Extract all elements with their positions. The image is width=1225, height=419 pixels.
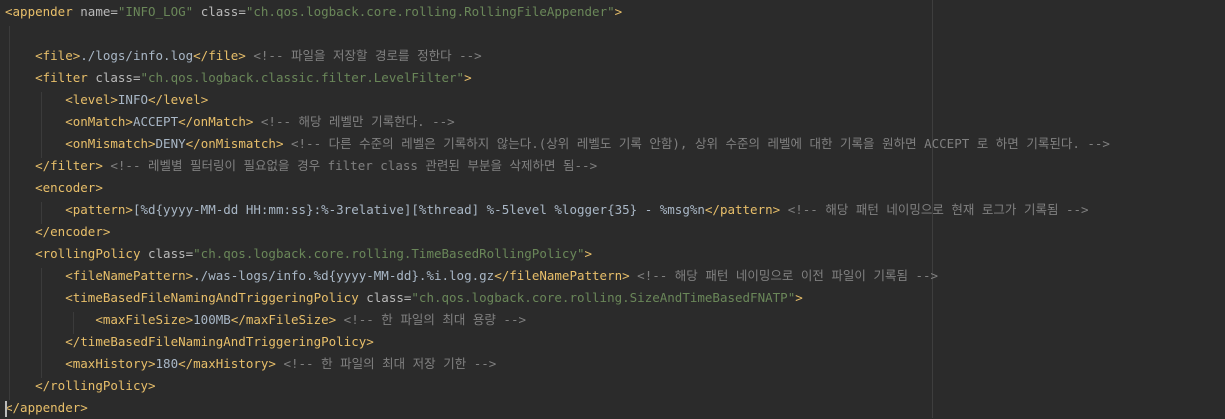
xml-text [5, 290, 65, 305]
xml-text [5, 312, 95, 327]
xml-tag: <timeBasedFileNamingAndTriggeringPolicy [65, 290, 367, 305]
code-line[interactable]: <encoder> [5, 177, 103, 199]
xml-tag: </timeBasedFileNamingAndTriggeringPolicy… [65, 334, 374, 349]
xml-text: [%d{yyyy-MM-dd HH:mm:ss}:%-3relative][%t… [132, 202, 705, 217]
code-line[interactable]: <onMatch>ACCEPT</onMatch> <!-- 해당 레벨만 기록… [5, 111, 455, 133]
xml-tag: > [464, 70, 472, 85]
xml-tag: </onMismatch> [185, 136, 284, 151]
xml-tag: <rollingPolicy [35, 246, 148, 261]
xml-comment: <!-- 해당 레벨만 기록한다. --> [253, 114, 455, 129]
xml-tag: </fileNamePattern> [494, 268, 630, 283]
xml-tag: </level> [148, 92, 209, 107]
code-line[interactable]: </filter> <!-- 레벨별 필터링이 필요없을 경우 filter c… [5, 155, 597, 177]
xml-attribute-name: class= [193, 4, 246, 19]
xml-text: 180 [155, 356, 179, 371]
xml-tag: > [614, 4, 623, 19]
xml-tag: <maxHistory> [65, 356, 156, 371]
xml-comment: <!-- 다른 수준의 레벨은 기록하지 않는다.(상위 레벨도 기록 안함),… [283, 136, 1110, 151]
xml-tag: > [584, 246, 593, 261]
xml-text [5, 158, 35, 173]
xml-tag: <pattern> [65, 202, 133, 217]
xml-tag: </onMatch> [178, 114, 254, 129]
code-line[interactable]: <pattern>[%d{yyyy-MM-dd HH:mm:ss}:%-3rel… [5, 199, 1089, 221]
code-line[interactable]: <onMismatch>DENY</onMismatch> <!-- 다른 수준… [5, 133, 1110, 155]
xml-text [5, 70, 35, 85]
xml-text: INFO [117, 92, 149, 107]
code-line[interactable]: </rollingPolicy> [5, 375, 156, 397]
code-line[interactable]: <fileNamePattern>./was-logs/info.%d{yyyy… [5, 265, 938, 287]
xml-tag: </maxFileSize> [230, 312, 337, 327]
xml-text: ./was-logs/info.%d{yyyy-MM-dd}.%i.log.gz [193, 268, 495, 283]
xml-tag: <onMatch> [65, 114, 133, 129]
xml-text: 100MB [193, 312, 231, 327]
code-line[interactable]: </appender> [5, 397, 88, 419]
xml-tag: <level> [65, 92, 118, 107]
code-line[interactable]: <maxHistory>180</maxHistory> <!-- 한 파일의 … [5, 353, 496, 375]
xml-comment: <!-- 해당 패턴 네이밍으로 이전 파일이 기록됨 --> [629, 268, 939, 283]
xml-text: DENY [155, 136, 186, 151]
xml-tag: <file> [35, 48, 81, 63]
xml-text: ./logs/info.log [80, 48, 194, 63]
code-line[interactable]: <timeBasedFileNamingAndTriggeringPolicy … [5, 287, 803, 309]
xml-tag: </appender> [5, 400, 88, 415]
xml-tag: <fileNamePattern> [65, 268, 194, 283]
xml-comment: <!-- 파일을 저장할 경로를 정한다 --> [245, 48, 482, 63]
code-editor[interactable]: <appender name="INFO_LOG" class="ch.qos.… [0, 0, 1225, 418]
xml-text: ACCEPT [132, 114, 179, 129]
xml-attribute-value: "ch.qos.logback.core.rolling.TimeBasedRo… [193, 246, 585, 261]
xml-text [5, 114, 65, 129]
xml-attribute-value: "ch.qos.logback.core.rolling.RollingFile… [245, 4, 615, 19]
xml-comment: <!-- 한 파일의 최대 용량 --> [336, 312, 526, 327]
text-caret [5, 401, 7, 417]
code-line[interactable]: <maxFileSize>100MB</maxFileSize> <!-- 한 … [5, 309, 526, 331]
xml-text [5, 48, 35, 63]
xml-text [5, 136, 65, 151]
xml-text [5, 92, 65, 107]
xml-attribute-value: "ch.qos.logback.classic.filter.LevelFilt… [140, 70, 465, 85]
xml-text [5, 202, 65, 217]
xml-text [5, 356, 65, 371]
xml-tag: </rollingPolicy> [35, 378, 156, 393]
xml-tag: <filter [35, 70, 96, 85]
xml-tag: <encoder> [35, 180, 103, 195]
code-line[interactable]: <rollingPolicy class="ch.qos.logback.cor… [5, 243, 592, 265]
xml-attribute-name: name= [80, 4, 118, 19]
xml-text [5, 378, 35, 393]
xml-text [5, 180, 35, 195]
xml-attribute-value: "ch.qos.logback.core.rolling.SizeAndTime… [411, 290, 796, 305]
xml-text [5, 224, 35, 239]
xml-text [5, 334, 65, 349]
xml-attribute-name: class= [95, 70, 141, 85]
xml-tag: <appender [5, 4, 81, 19]
xml-tag: </encoder> [35, 224, 111, 239]
code-line[interactable]: <appender name="INFO_LOG" class="ch.qos.… [5, 1, 622, 23]
xml-attribute-name: class= [366, 290, 412, 305]
xml-tag: </maxHistory> [178, 356, 276, 371]
xml-text [5, 268, 65, 283]
xml-tag: </filter> [35, 158, 103, 173]
code-line[interactable]: <file>./logs/info.log</file> <!-- 파일을 저장… [5, 45, 482, 67]
code-line[interactable]: </encoder> [5, 221, 110, 243]
xml-attribute-name: class= [148, 246, 194, 261]
xml-comment: <!-- 레벨별 필터링이 필요없을 경우 filter class 관련된 부… [102, 158, 598, 173]
xml-comment: <!-- 해당 패턴 네이밍으로 현재 로그가 기록됨 --> [780, 202, 1089, 217]
code-line[interactable]: <filter class="ch.qos.logback.classic.fi… [5, 67, 472, 89]
xml-text [5, 246, 35, 261]
code-line[interactable]: </timeBasedFileNamingAndTriggeringPolicy… [5, 331, 374, 353]
xml-tag: > [795, 290, 803, 305]
xml-tag: <onMismatch> [65, 136, 156, 151]
xml-attribute-value: "INFO_LOG" [117, 4, 194, 19]
xml-comment: <!-- 한 파일의 최대 저장 기한 --> [275, 356, 497, 371]
xml-tag: </file> [193, 48, 246, 63]
xml-tag: </pattern> [704, 202, 781, 217]
code-line[interactable]: <level>INFO</level> [5, 89, 208, 111]
xml-tag: <maxFileSize> [95, 312, 194, 327]
